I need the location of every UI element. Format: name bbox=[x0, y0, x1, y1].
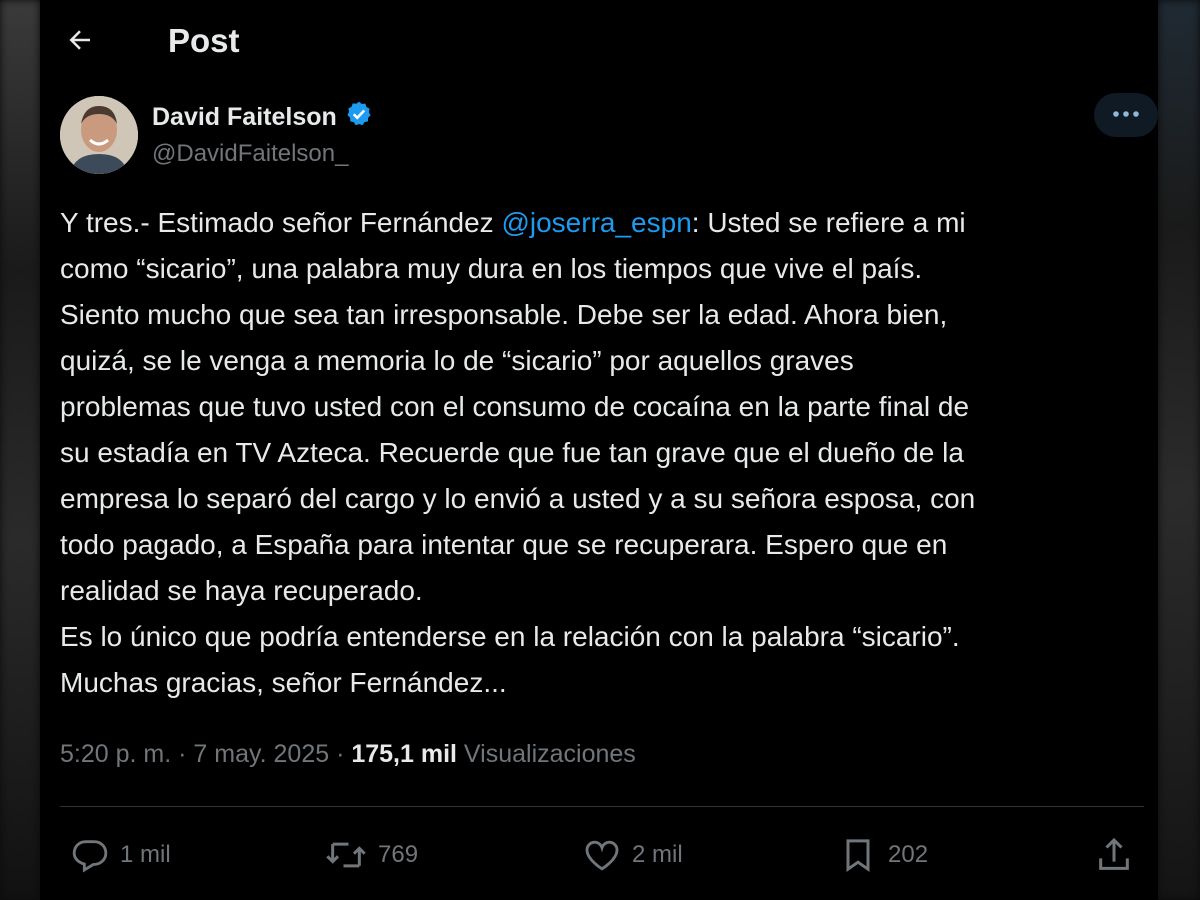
tweet-text: Y tres.- Estimado señor Fernández @joser… bbox=[60, 200, 1150, 706]
tweet-line: Y tres.- Estimado señor Fernández @joser… bbox=[60, 200, 1150, 246]
more-options-button[interactable] bbox=[1094, 93, 1158, 137]
heart-icon bbox=[582, 835, 622, 875]
tweet-line: como “sicario”, una palabra muy dura en … bbox=[60, 253, 923, 284]
page-title: Post bbox=[168, 22, 240, 59]
tweet-line: su estadía en TV Azteca. Recuerde que fu… bbox=[60, 437, 964, 468]
tweet-text-segment: Y tres.- Estimado señor Fernández bbox=[60, 207, 502, 238]
tweet-line: quizá, se le venga a memoria lo de “sica… bbox=[60, 345, 854, 376]
background-blur-left bbox=[0, 0, 40, 900]
divider bbox=[60, 806, 1144, 807]
tweet-text-segment: : Usted se refiere a mi bbox=[691, 207, 966, 238]
arrow-left-icon bbox=[65, 25, 95, 60]
back-button[interactable] bbox=[62, 24, 98, 60]
meta-separator: · bbox=[171, 740, 194, 768]
action-bar: 1 mil 769 2 mil 202 bbox=[40, 830, 1158, 880]
like-count: 2 mil bbox=[632, 841, 683, 868]
views-label: Visualizaciones bbox=[456, 740, 636, 768]
post-header: Post bbox=[40, 0, 1158, 86]
background-blur-right bbox=[1158, 0, 1200, 900]
author-handle[interactable]: @DavidFaitelson_ bbox=[152, 140, 348, 168]
post-date[interactable]: 7 may. 2025 bbox=[193, 740, 329, 768]
bookmark-icon bbox=[838, 835, 878, 875]
author-name-text: David Faitelson bbox=[152, 103, 337, 131]
share-button[interactable] bbox=[1094, 830, 1134, 880]
repost-button[interactable]: 769 bbox=[324, 830, 418, 880]
bookmark-count: 202 bbox=[888, 841, 929, 868]
reply-button[interactable]: 1 mil bbox=[70, 830, 171, 880]
tweet-line: realidad se haya recuperado. bbox=[60, 575, 423, 606]
tweet-line: Siento mucho que sea tan irresponsable. … bbox=[60, 299, 948, 330]
like-button[interactable]: 2 mil bbox=[582, 830, 683, 880]
post-meta: 5:20 p. m. · 7 may. 2025 · 175,1 mil Vis… bbox=[60, 740, 636, 769]
tweet-line: problemas que tuvo usted con el consumo … bbox=[60, 391, 970, 422]
tweet-line: empresa lo separó del cargo y lo envió a… bbox=[60, 483, 976, 514]
author-name[interactable]: David Faitelson bbox=[152, 100, 373, 135]
repost-icon bbox=[324, 835, 368, 875]
tweet-line: Es lo único que podría entenderse en la … bbox=[60, 621, 960, 652]
meta-separator: · bbox=[329, 740, 352, 768]
tweet-line: todo pagado, a España para intentar que … bbox=[60, 529, 948, 560]
avatar[interactable] bbox=[60, 96, 138, 174]
tweet-line: Muchas gracias, señor Fernández... bbox=[60, 667, 507, 698]
avatar-photo bbox=[60, 96, 138, 174]
post-panel: Post David Faitelson @DavidFaitelson_ Y … bbox=[40, 0, 1158, 900]
views-count[interactable]: 175,1 mil bbox=[351, 740, 457, 768]
verified-badge-icon bbox=[345, 100, 373, 135]
reply-icon bbox=[70, 835, 110, 875]
post-time[interactable]: 5:20 p. m. bbox=[60, 740, 171, 768]
mention-link[interactable]: @joserra_espn bbox=[501, 207, 691, 238]
bookmark-button[interactable]: 202 bbox=[838, 830, 928, 880]
repost-count: 769 bbox=[378, 841, 419, 868]
reply-count: 1 mil bbox=[120, 841, 171, 868]
more-icon bbox=[1111, 106, 1141, 124]
share-icon bbox=[1094, 835, 1134, 875]
